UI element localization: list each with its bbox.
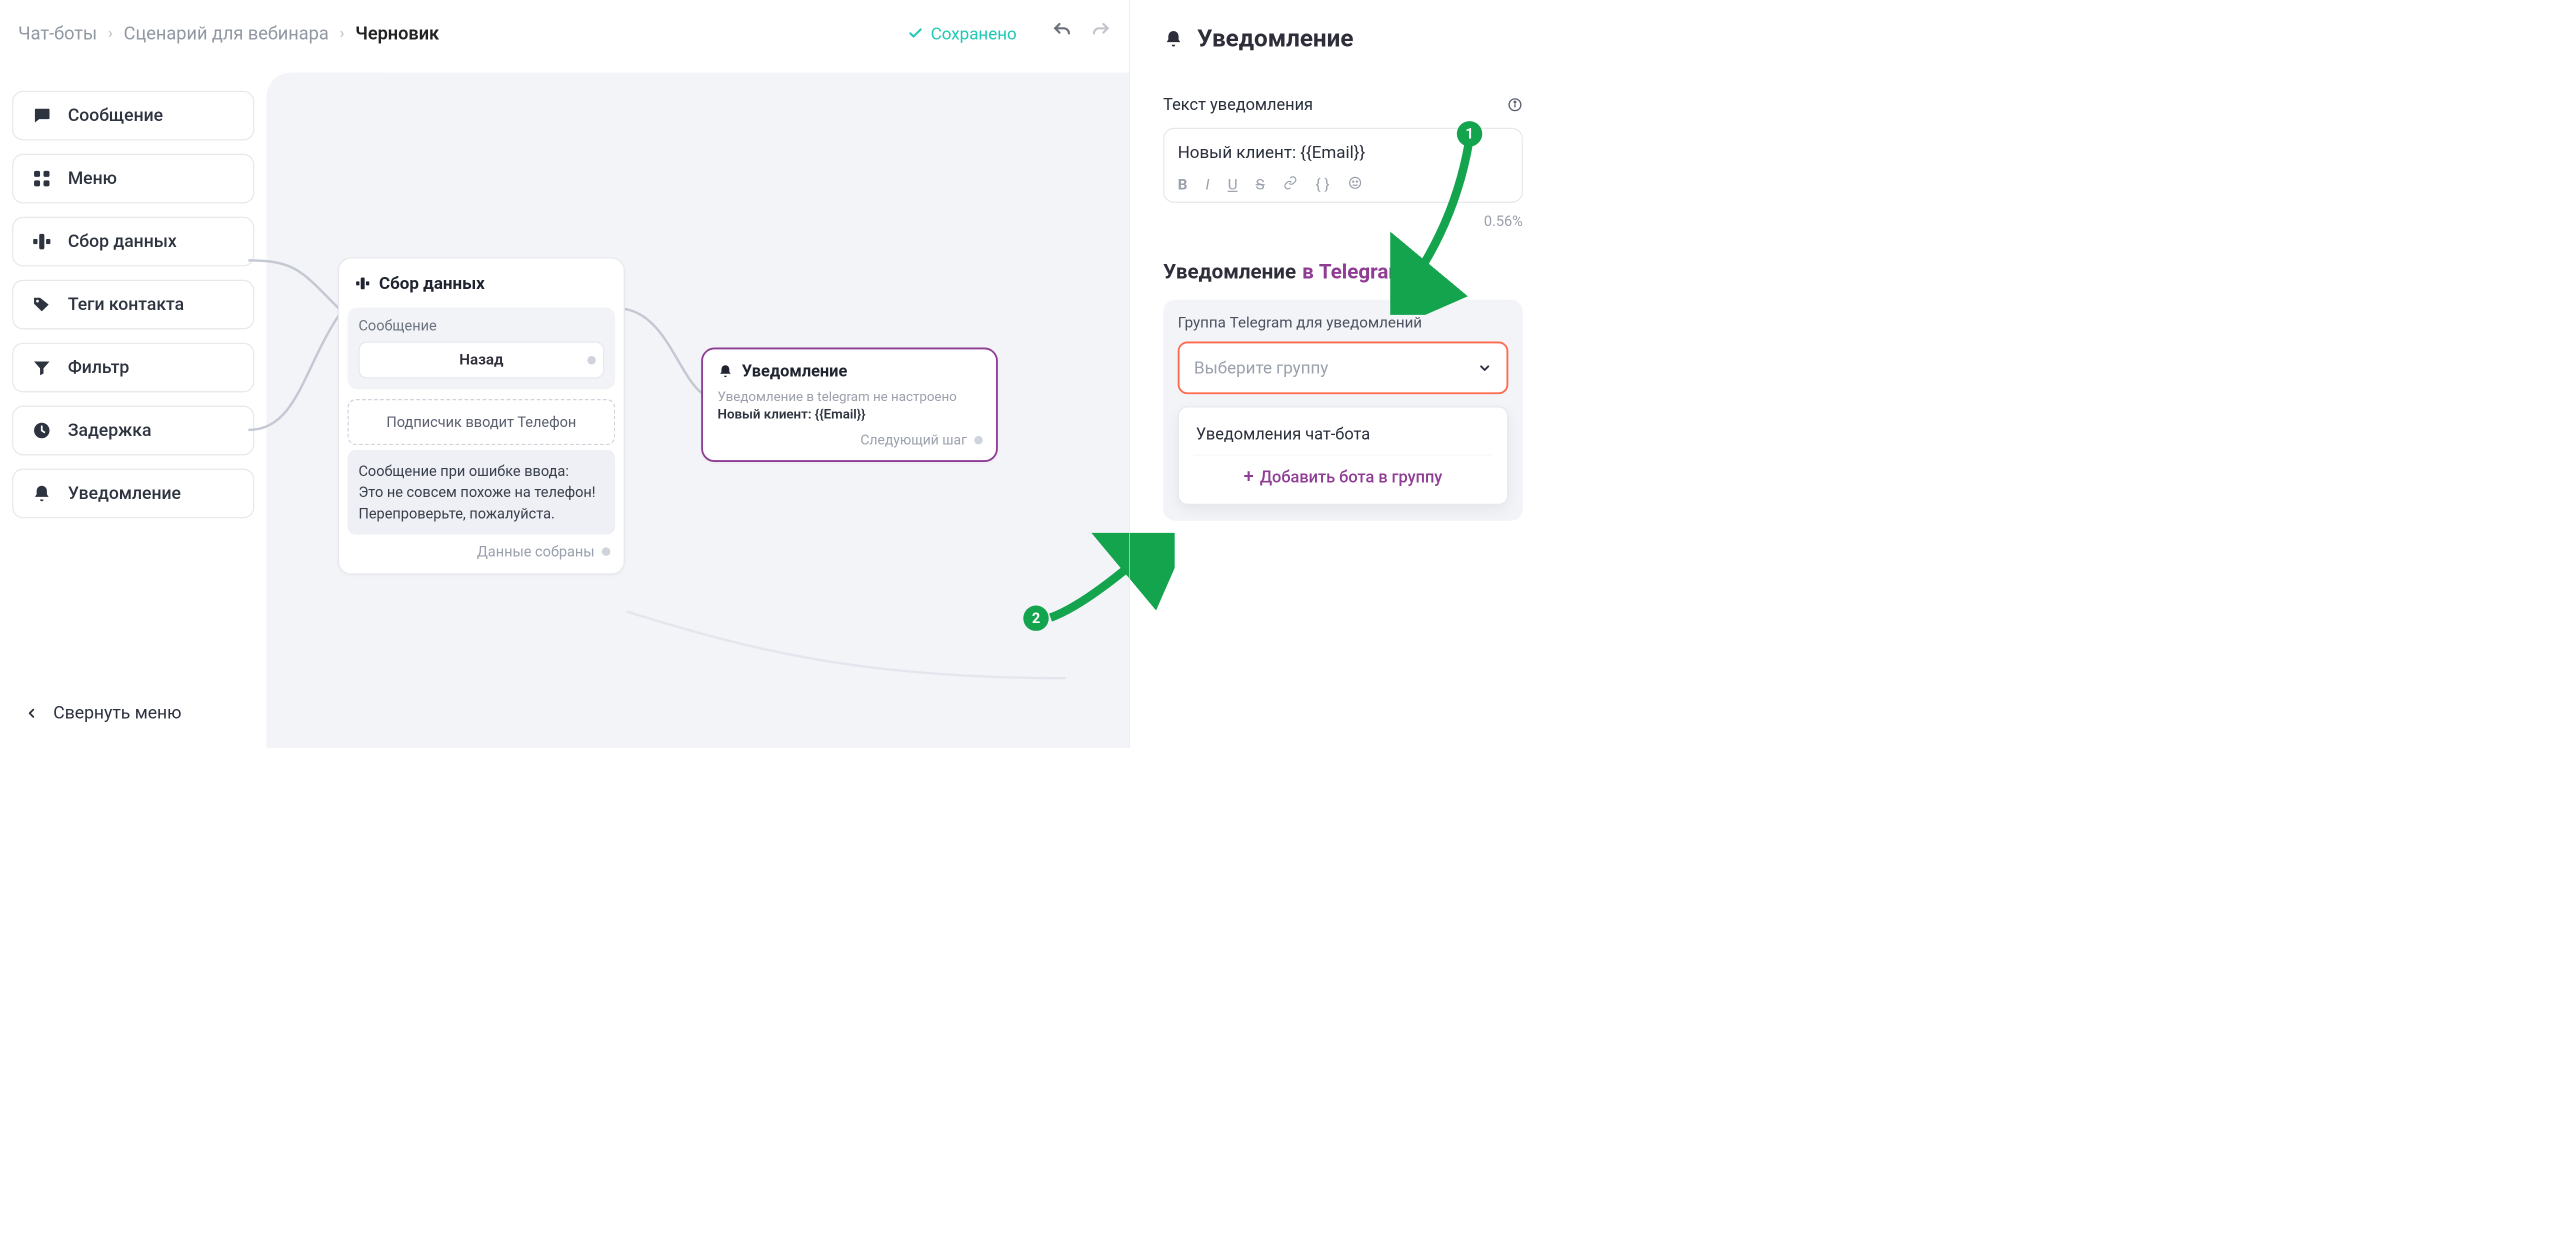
breadcrumb-item[interactable]: Чат-боты bbox=[18, 23, 97, 44]
quick-reply-button[interactable]: Назад bbox=[358, 342, 604, 379]
dropdown-option[interactable]: Уведомления чат-бота bbox=[1193, 422, 1492, 455]
italic-button[interactable]: I bbox=[1206, 176, 1210, 194]
filter-icon bbox=[31, 357, 52, 378]
strike-button[interactable]: S bbox=[1256, 176, 1265, 194]
tag-icon bbox=[31, 294, 52, 315]
sidebar-item-label: Фильтр bbox=[68, 357, 129, 378]
form-icon bbox=[355, 275, 371, 291]
error-message-preview: Сообщение при ошибке ввода: Это не совсе… bbox=[348, 450, 616, 535]
node-collect-data[interactable]: Сбор данных Сообщение Назад Подписчик вв… bbox=[338, 257, 625, 575]
sidebar-item-collect[interactable]: Сбор данных bbox=[12, 217, 254, 267]
sidebar-item-menu[interactable]: Меню bbox=[12, 154, 254, 204]
chevron-right-icon: › bbox=[108, 24, 113, 42]
sidebar-item-label: Сбор данных bbox=[68, 231, 177, 252]
input-prompt: Подписчик вводит Телефон bbox=[348, 399, 616, 445]
collapse-sidebar[interactable]: Свернуть меню bbox=[12, 691, 254, 736]
bell-icon bbox=[718, 363, 734, 379]
editor-toolbar: B I U S { } bbox=[1178, 176, 1509, 195]
add-bot-button[interactable]: + Добавить бота в группу bbox=[1193, 467, 1492, 486]
sidebar-item-tags[interactable]: Теги контакта bbox=[12, 280, 254, 330]
sidebar-item-delay[interactable]: Задержка bbox=[12, 406, 254, 456]
editor-content[interactable]: Новый клиент: {{Email}} bbox=[1178, 142, 1509, 162]
redo-button[interactable] bbox=[1091, 21, 1112, 46]
field-label: Группа Telegram для уведомлений bbox=[1178, 314, 1509, 332]
message-preview: Новый клиент: {{Email}} bbox=[703, 406, 996, 428]
output-port[interactable] bbox=[587, 356, 595, 364]
flow-canvas[interactable]: Сбор данных Сообщение Назад Подписчик вв… bbox=[266, 73, 1129, 748]
clock-icon bbox=[31, 420, 52, 441]
sidebar-item-label: Уведомление bbox=[68, 483, 181, 504]
sidebar-item-label: Задержка bbox=[68, 420, 152, 441]
bold-button[interactable]: B bbox=[1178, 176, 1188, 194]
breadcrumb-current: Черновик bbox=[355, 23, 439, 44]
group-dropdown: Уведомления чат-бота + Добавить бота в г… bbox=[1178, 406, 1509, 505]
block-palette: Сообщение Меню Сбор данных Теги контакта… bbox=[0, 67, 266, 748]
panel-title: Уведомление bbox=[1163, 24, 1523, 52]
telegram-group-box: Группа Telegram для уведомлений Выберите… bbox=[1163, 300, 1523, 521]
sidebar-item-message[interactable]: Сообщение bbox=[12, 91, 254, 141]
group-select[interactable]: Выберите группу bbox=[1178, 342, 1509, 395]
chevron-right-icon: › bbox=[340, 24, 345, 42]
output-label: Данные собраны bbox=[477, 543, 595, 560]
telegram-section-heading[interactable]: Уведомление в Telegram bbox=[1163, 260, 1523, 284]
annotation-badge: 2 bbox=[1023, 606, 1048, 631]
save-status: Сохранено bbox=[908, 23, 1017, 43]
output-label: Следующий шаг bbox=[860, 432, 967, 448]
bell-icon bbox=[31, 483, 52, 504]
char-usage: 0.56% bbox=[1163, 213, 1523, 230]
label: Сообщение bbox=[358, 317, 604, 334]
bell-icon bbox=[1163, 28, 1184, 49]
breadcrumb: Чат-боты › Сценарий для вебинара › Черно… bbox=[0, 0, 1129, 67]
grid-icon bbox=[31, 168, 52, 189]
emoji-button[interactable] bbox=[1348, 176, 1363, 195]
annotation-badge: 1 bbox=[1457, 121, 1482, 146]
output-port[interactable] bbox=[974, 436, 982, 444]
field-label: Текст уведомления bbox=[1163, 95, 1313, 114]
settings-panel: Уведомление Текст уведомления Новый клие… bbox=[1129, 0, 1550, 748]
sidebar-item-label: Теги контакта bbox=[68, 294, 184, 315]
output-port[interactable] bbox=[602, 548, 610, 556]
info-icon[interactable] bbox=[1507, 97, 1523, 113]
link-button[interactable] bbox=[1283, 176, 1298, 195]
chevron-down-icon bbox=[1477, 361, 1492, 376]
node-title: Сбор данных bbox=[339, 259, 624, 304]
breadcrumb-item[interactable]: Сценарий для вебинара bbox=[124, 23, 329, 44]
check-icon bbox=[908, 25, 924, 41]
sidebar-item-filter[interactable]: Фильтр bbox=[12, 343, 254, 393]
underline-button[interactable]: U bbox=[1228, 176, 1238, 194]
chevron-down-icon bbox=[1412, 265, 1425, 278]
node-title: Уведомление bbox=[703, 349, 996, 387]
sidebar-item-notify[interactable]: Уведомление bbox=[12, 469, 254, 519]
undo-button[interactable] bbox=[1052, 21, 1073, 46]
sidebar-item-label: Сообщение bbox=[68, 105, 163, 126]
variable-button[interactable]: { } bbox=[1316, 176, 1330, 194]
sidebar-item-label: Меню bbox=[68, 168, 117, 189]
edge bbox=[624, 497, 1072, 691]
warning-text: Уведомление в telegram не настроено bbox=[703, 387, 996, 406]
message-icon bbox=[31, 105, 52, 126]
form-icon bbox=[31, 231, 52, 252]
node-notification[interactable]: Уведомление Уведомление в telegram не на… bbox=[701, 348, 998, 462]
chevron-left-icon bbox=[24, 706, 39, 721]
